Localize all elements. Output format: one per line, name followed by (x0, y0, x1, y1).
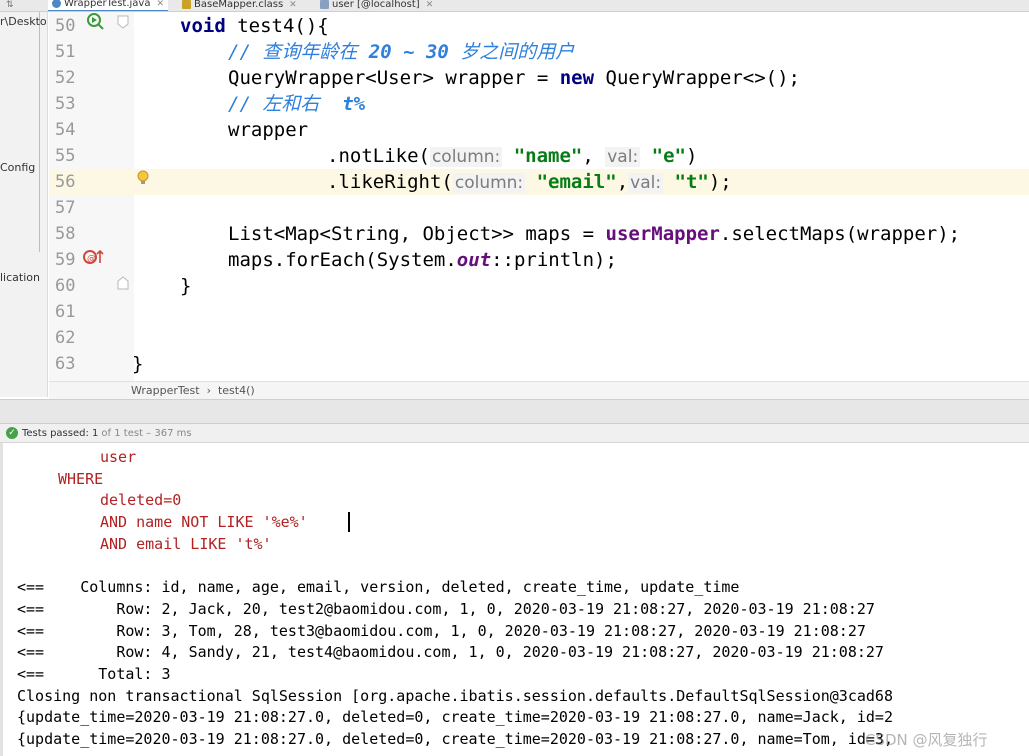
console-sql-line: user (100, 448, 137, 466)
console-log-line: <== Total: 3 (17, 665, 171, 683)
test-status-bar: ✓ Tests passed: 1 of 1 test – 367 ms (0, 424, 1029, 443)
console-sql-line: AND name NOT LIKE '%e%' (100, 513, 308, 531)
tests-passed-count: 1 (92, 427, 99, 439)
line-number: 55 (55, 146, 76, 166)
console-sql-line: deleted=0 (100, 491, 182, 509)
line-number: 56 (55, 172, 76, 192)
line-number: 54 (55, 120, 76, 140)
tab-wrappertest[interactable]: WrapperTest.java ✕ (48, 0, 169, 11)
param-hint: column: (452, 173, 526, 193)
line-number: 51 (55, 42, 76, 62)
class-file-icon (182, 0, 191, 9)
code-line-60[interactable]: } (180, 273, 191, 299)
param-hint: column: (429, 147, 503, 167)
breadcrumb-method[interactable]: test4() (218, 384, 255, 397)
watermark: CSDN @风复独行 (865, 731, 988, 749)
code-line-52[interactable]: QueryWrapper<User> wrapper = new QueryWr… (228, 65, 800, 91)
console-log-line: Closing non transactional SqlSession [or… (17, 687, 893, 705)
line-number: 63 (55, 354, 76, 374)
svg-text:@: @ (87, 254, 96, 264)
line-number: 61 (55, 302, 76, 322)
line-number: 58 (55, 224, 76, 244)
code-line-53[interactable]: // 左和右 t% (228, 91, 365, 117)
line-number: 50 (55, 16, 76, 36)
tree-guide (39, 12, 40, 252)
tests-passed-label: Tests passed: (22, 427, 89, 439)
check-icon: ✓ (6, 427, 18, 439)
run-test-icon[interactable] (86, 12, 106, 41)
project-panel: r\Desktop Config lication (0, 12, 48, 397)
fold-icon[interactable] (117, 273, 129, 299)
tab-user-table[interactable]: user [@localhost] ✕ (316, 0, 437, 11)
line-number: 52 (55, 68, 76, 88)
code-line-55[interactable]: .notLike(column: "name", val: "e") (327, 143, 697, 170)
param-hint: val: (628, 173, 664, 193)
sync-icon[interactable]: ⇅ (6, 0, 14, 10)
tab-basemapper[interactable]: BaseMapper.class ✕ (178, 0, 301, 11)
code-line-56[interactable]: .likeRight(column: "email", val: "t"); (327, 169, 732, 196)
code-line-58[interactable]: List<Map<String, Object>> maps = userMap… (228, 221, 960, 247)
param-hint: val: (605, 147, 641, 167)
code-line-63[interactable]: } (132, 351, 143, 377)
console-sql-line: WHERE (58, 470, 104, 488)
panel-splitter[interactable] (0, 399, 1029, 424)
override-method-icon[interactable]: @ (82, 247, 106, 276)
project-toggle-icons[interactable]: ⇅ (2, 0, 18, 11)
console-log-line: <== Row: 2, Jack, 20, test2@baomidou.com… (17, 600, 875, 618)
code-line-54[interactable]: wrapper (228, 117, 308, 143)
breadcrumb-class[interactable]: WrapperTest (131, 384, 200, 397)
close-icon[interactable]: ✕ (426, 0, 434, 10)
console-log-line: {update_time=2020-03-19 21:08:27.0, dele… (17, 708, 893, 726)
close-icon[interactable]: ✕ (289, 0, 297, 10)
console-log-line: <== Row: 4, Sandy, 21, test4@baomidou.co… (17, 643, 884, 661)
console-sql-line: AND email LIKE 't%' (100, 535, 272, 553)
line-number: 59 (55, 250, 76, 270)
code-line-51[interactable]: // 查询年龄在 20 ~ 30 岁之间的用户 (228, 39, 574, 65)
java-class-icon (52, 0, 61, 8)
intention-bulb-icon[interactable] (136, 169, 150, 196)
code-line-59[interactable]: maps.forEach(System.out::println); (228, 247, 617, 273)
console-log-line: <== Columns: id, name, age, email, versi… (17, 578, 740, 596)
table-icon (320, 0, 329, 9)
code-line-50[interactable]: void test4(){ (180, 13, 329, 39)
text-caret (348, 512, 350, 532)
line-number: 57 (55, 198, 76, 218)
console-log-line: <== Row: 3, Tom, 28, test3@baomidou.com,… (17, 622, 866, 640)
console-log-line: {update_time=2020-03-19 21:08:27.0, dele… (17, 730, 893, 748)
breadcrumb-separator: › (206, 384, 211, 397)
project-item-config[interactable]: Config (0, 161, 35, 174)
close-icon[interactable]: ✕ (156, 0, 164, 9)
editor-tab-bar: ⇅ WrapperTest.java ✕ BaseMapper.class ✕ … (0, 0, 1029, 12)
line-number: 60 (55, 276, 76, 296)
tests-detail: of 1 test – 367 ms (101, 427, 192, 439)
line-number: 62 (55, 328, 76, 348)
line-number: 53 (55, 94, 76, 114)
fold-icon[interactable] (117, 12, 129, 38)
project-item-application[interactable]: lication (0, 271, 40, 284)
breadcrumb: WrapperTest › test4() (49, 381, 1029, 399)
project-item-desktop[interactable]: r\Desktop (0, 15, 47, 28)
